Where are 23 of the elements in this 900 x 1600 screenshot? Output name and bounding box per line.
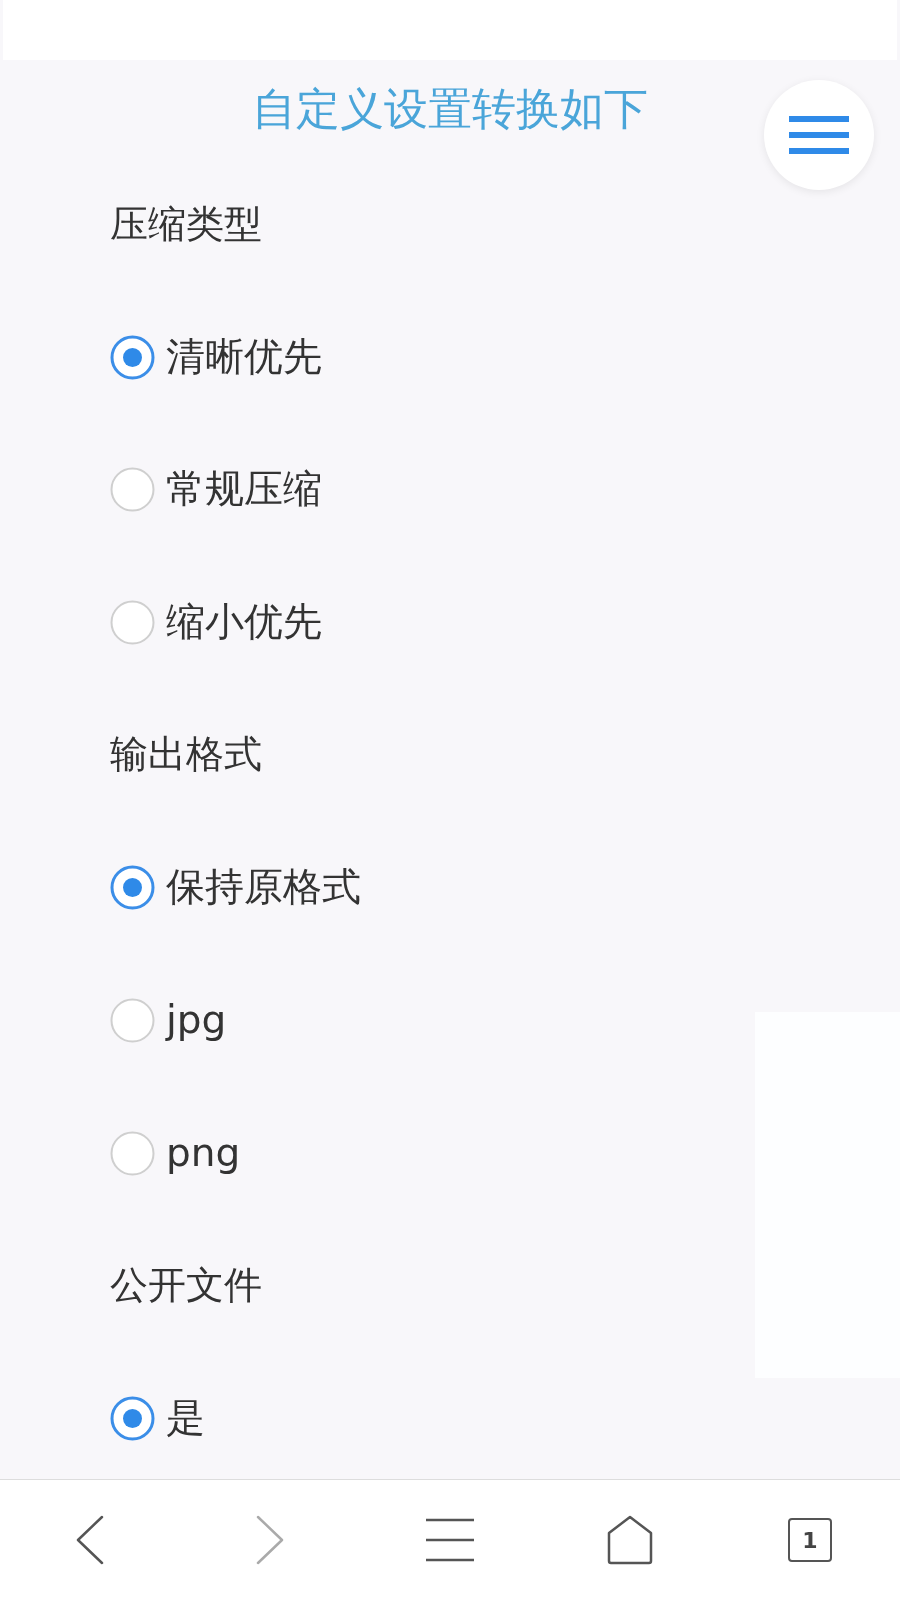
option-label[interactable]: 缩小优先 <box>166 598 322 647</box>
option-label[interactable]: 常规压缩 <box>166 465 322 515</box>
menu-icon <box>789 116 849 154</box>
section-label: 公开文件 <box>110 1263 262 1309</box>
home-icon[interactable] <box>607 1515 653 1565</box>
radio-button[interactable] <box>110 467 155 513</box>
back-icon[interactable] <box>75 1515 105 1565</box>
section-label: 输出格式 <box>110 732 262 778</box>
option-label[interactable]: 是 <box>166 1394 205 1443</box>
section-label: 压缩类型 <box>110 201 262 248</box>
tab-count-button[interactable]: 1 <box>788 1518 832 1562</box>
radio-button[interactable] <box>110 865 155 911</box>
option-label[interactable]: 清晰优先 <box>166 332 322 382</box>
menu-icon[interactable] <box>425 1518 475 1562</box>
radio-button[interactable] <box>110 997 155 1043</box>
radio-button[interactable] <box>110 1130 155 1176</box>
option-label[interactable]: jpg <box>166 996 227 1045</box>
page-title: 自定义设置转换如下 <box>252 82 648 136</box>
option-label[interactable]: 保持原格式 <box>166 863 361 913</box>
option-label[interactable]: png <box>166 1128 241 1178</box>
radio-button[interactable] <box>110 599 155 645</box>
radio-button[interactable] <box>110 1396 155 1442</box>
radio-button[interactable] <box>110 334 155 380</box>
